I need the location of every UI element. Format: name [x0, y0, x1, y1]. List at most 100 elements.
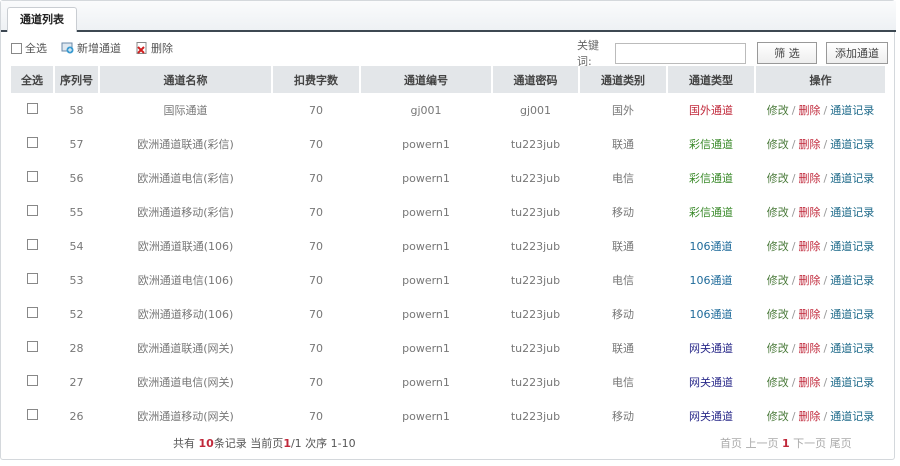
row-id: 56 [69, 171, 84, 185]
table-row: 56 欧洲通道电信(彩信) 70 powern1 tu223jub 电信 彩信通… [11, 161, 885, 195]
column-header: 通道编号 [361, 66, 491, 93]
table-row: 54 欧洲通道联通(106) 70 powern1 tu223jub 联通 10… [11, 229, 885, 263]
add-channel-link[interactable]: 新增通道 [61, 40, 121, 56]
table-row: 26 欧洲通道移动(网关) 70 powern1 tu223jub 移动 网关通… [11, 399, 885, 433]
row-checkbox[interactable] [26, 409, 38, 420]
row-checkbox[interactable] [26, 171, 38, 182]
channel-password: tu223jub [510, 205, 561, 219]
channel-record-link[interactable]: 通道记录 [830, 138, 874, 151]
channel-type: 106通道 [689, 240, 733, 253]
row-id: 57 [69, 137, 84, 151]
row-select-cell [11, 263, 53, 297]
select-all-checkbox[interactable] [11, 42, 22, 54]
channel-record-link[interactable]: 通道记录 [830, 410, 874, 423]
edit-link[interactable]: 修改 [767, 410, 789, 423]
add-icon [61, 42, 74, 54]
row-actions: 修改 / 删除 / 通道记录 [766, 104, 875, 117]
footer: 共有 10条记录 当前页1/1 次序 1-10 首页 上一页 1 下一页 尾页 [1, 435, 896, 455]
row-select-cell [11, 127, 53, 161]
channel-type: 网关通道 [689, 342, 733, 355]
channel-record-link[interactable]: 通道记录 [830, 376, 874, 389]
row-actions: 修改 / 删除 / 通道记录 [766, 376, 875, 389]
add-channel-button[interactable]: 添加通道 [826, 42, 888, 64]
delete-row-link[interactable]: 删除 [799, 376, 821, 389]
channel-name: 欧洲通道电信(彩信) [137, 172, 234, 185]
channel-record-link[interactable]: 通道记录 [830, 172, 874, 185]
channel-record-link[interactable]: 通道记录 [830, 308, 874, 321]
row-select-cell [11, 195, 53, 229]
channel-category: 联通 [612, 342, 634, 355]
row-id: 26 [69, 409, 84, 423]
charge-chars: 70 [309, 409, 323, 423]
edit-link[interactable]: 修改 [767, 342, 789, 355]
edit-link[interactable]: 修改 [767, 172, 789, 185]
edit-link[interactable]: 修改 [767, 376, 789, 389]
channel-name: 欧洲通道移动(彩信) [137, 206, 234, 219]
column-header: 通道名称 [100, 66, 271, 93]
delete-link[interactable]: 删除 [135, 40, 173, 56]
delete-row-link[interactable]: 删除 [799, 410, 821, 423]
row-select-cell [11, 399, 53, 433]
edit-link[interactable]: 修改 [767, 240, 789, 253]
channel-category: 移动 [612, 410, 634, 423]
row-checkbox[interactable] [26, 205, 38, 216]
edit-link[interactable]: 修改 [767, 206, 789, 219]
row-checkbox[interactable] [26, 375, 38, 386]
row-id: 27 [69, 375, 84, 389]
channel-password: tu223jub [510, 307, 561, 321]
row-checkbox[interactable] [26, 239, 38, 250]
last-page-link[interactable]: 尾页 [830, 437, 852, 450]
row-checkbox[interactable] [26, 103, 38, 114]
table-row: 57 欧洲通道联通(彩信) 70 powern1 tu223jub 联通 彩信通… [11, 127, 885, 161]
row-actions: 修改 / 删除 / 通道记录 [766, 308, 875, 321]
edit-link[interactable]: 修改 [767, 308, 789, 321]
channel-record-link[interactable]: 通道记录 [830, 104, 874, 117]
channel-record-link[interactable]: 通道记录 [830, 274, 874, 287]
row-select-cell [11, 229, 53, 263]
channel-category: 联通 [612, 240, 634, 253]
delete-row-link[interactable]: 删除 [799, 104, 821, 117]
edit-link[interactable]: 修改 [767, 138, 789, 151]
delete-row-link[interactable]: 删除 [799, 308, 821, 321]
tab-bar: 通道列表 [1, 1, 896, 32]
delete-row-link[interactable]: 删除 [799, 206, 821, 219]
column-header: 扣费字数 [273, 66, 359, 93]
row-id: 54 [69, 239, 84, 253]
channel-record-link[interactable]: 通道记录 [830, 342, 874, 355]
charge-chars: 70 [309, 307, 323, 321]
channel-type: 国外通道 [689, 104, 733, 117]
channel-name: 欧洲通道联通(网关) [137, 342, 234, 355]
delete-row-link[interactable]: 删除 [799, 274, 821, 287]
delete-row-link[interactable]: 删除 [799, 342, 821, 355]
channel-category: 联通 [612, 138, 634, 151]
channel-name: 欧洲通道联通(106) [137, 240, 234, 253]
edit-link[interactable]: 修改 [767, 104, 789, 117]
delete-row-link[interactable]: 删除 [799, 240, 821, 253]
delete-row-link[interactable]: 删除 [799, 138, 821, 151]
channel-table: 全选 序列号 通道名称 扣费字数 通道编号 通道密码 通道类别 通道类型 操作 58 国际通道 … [9, 66, 887, 433]
tab-channel-list[interactable]: 通道列表 [7, 7, 77, 32]
row-checkbox[interactable] [26, 273, 38, 284]
row-checkbox[interactable] [26, 341, 38, 352]
next-page-link[interactable]: 下一页 [793, 437, 826, 450]
select-all-toolbar[interactable]: 全选 [11, 40, 47, 56]
row-checkbox[interactable] [26, 307, 38, 318]
keyword-input[interactable] [614, 42, 746, 64]
row-select-cell [11, 161, 53, 195]
channel-record-link[interactable]: 通道记录 [830, 206, 874, 219]
edit-link[interactable]: 修改 [767, 274, 789, 287]
column-header: 通道密码 [493, 66, 578, 93]
row-actions: 修改 / 删除 / 通道记录 [766, 342, 875, 355]
column-header: 通道类别 [580, 66, 666, 93]
column-header: 全选 [11, 66, 53, 93]
row-checkbox[interactable] [26, 137, 38, 148]
delete-row-link[interactable]: 删除 [799, 172, 821, 185]
table-row: 27 欧洲通道电信(网关) 70 powern1 tu223jub 电信 网关通… [11, 365, 885, 399]
row-id: 52 [69, 307, 84, 321]
filter-button[interactable]: 筛 选 [756, 42, 818, 64]
row-actions: 修改 / 删除 / 通道记录 [766, 138, 875, 151]
table-row: 53 欧洲通道电信(106) 70 powern1 tu223jub 电信 10… [11, 263, 885, 297]
first-page-link[interactable]: 首页 [720, 437, 742, 450]
channel-record-link[interactable]: 通道记录 [830, 240, 874, 253]
prev-page-link[interactable]: 上一页 [746, 437, 779, 450]
